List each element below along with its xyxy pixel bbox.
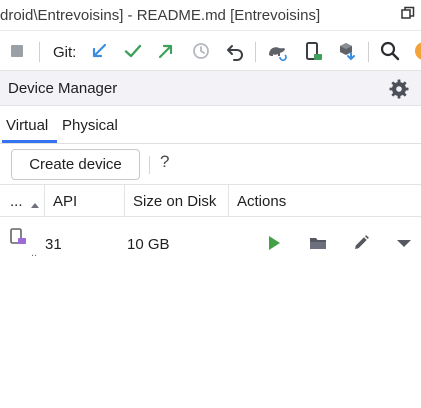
git-update-icon[interactable] [88, 40, 110, 62]
selected-tab-indicator [2, 140, 57, 143]
rollback-icon[interactable] [224, 40, 246, 62]
column-header-type[interactable]: ... [10, 193, 23, 210]
column-divider [44, 185, 45, 216]
git-commit-icon[interactable] [122, 40, 144, 62]
stop-icon[interactable] [6, 40, 28, 62]
tab-virtual[interactable]: Virtual [6, 117, 48, 134]
device-name-truncated: .. [31, 247, 38, 259]
column-header-size[interactable]: Size on Disk [133, 193, 216, 210]
panel-header: Device Manager [0, 71, 421, 106]
device-manager-icon[interactable] [302, 40, 324, 62]
title-bar: droid\Entrevoisins] - README.md [Entrevo… [0, 0, 421, 31]
size-cell: 10 GB [127, 236, 170, 253]
git-push-icon[interactable] [155, 40, 177, 62]
git-label: Git: [53, 44, 77, 61]
table-row[interactable]: .. 31 10 GB [0, 217, 421, 269]
sdk-manager-icon[interactable] [336, 40, 358, 62]
window-title: droid\Entrevoisins] - README.md [Entrevo… [0, 7, 321, 24]
toolbar-separator [39, 42, 40, 62]
sync-gradle-icon[interactable] [266, 40, 288, 62]
sort-ascending-icon[interactable] [30, 196, 40, 208]
api-cell: 31 [45, 236, 62, 253]
create-device-button[interactable]: Create device [11, 149, 140, 180]
column-divider [228, 185, 229, 216]
column-divider [124, 185, 125, 216]
update-notification-icon[interactable] [413, 40, 421, 62]
help-icon[interactable]: ? [160, 152, 169, 172]
history-icon[interactable] [190, 40, 212, 62]
search-icon[interactable] [379, 40, 401, 62]
open-folder-icon[interactable] [309, 234, 327, 252]
column-header-actions: Actions [237, 193, 287, 210]
launch-emulator-icon[interactable] [265, 234, 283, 252]
toolbar-separator [255, 42, 256, 62]
toolbar-separator [368, 42, 369, 62]
panel-title: Device Manager [8, 80, 118, 97]
edit-pencil-icon[interactable] [352, 234, 370, 252]
gear-icon[interactable] [389, 79, 409, 99]
actions-separator [149, 156, 150, 174]
tab-physical[interactable]: Physical [62, 117, 118, 134]
device-tabs: Virtual Physical [0, 106, 421, 144]
column-header-api[interactable]: API [53, 193, 77, 210]
more-actions-chevron-down-icon[interactable] [395, 234, 413, 252]
device-actions-bar: Create device ? [0, 144, 421, 184]
main-toolbar: Git: [0, 31, 421, 71]
virtual-device-icon [9, 228, 27, 246]
table-header: ... API Size on Disk Actions [0, 184, 421, 217]
restore-window-icon[interactable] [401, 6, 415, 20]
